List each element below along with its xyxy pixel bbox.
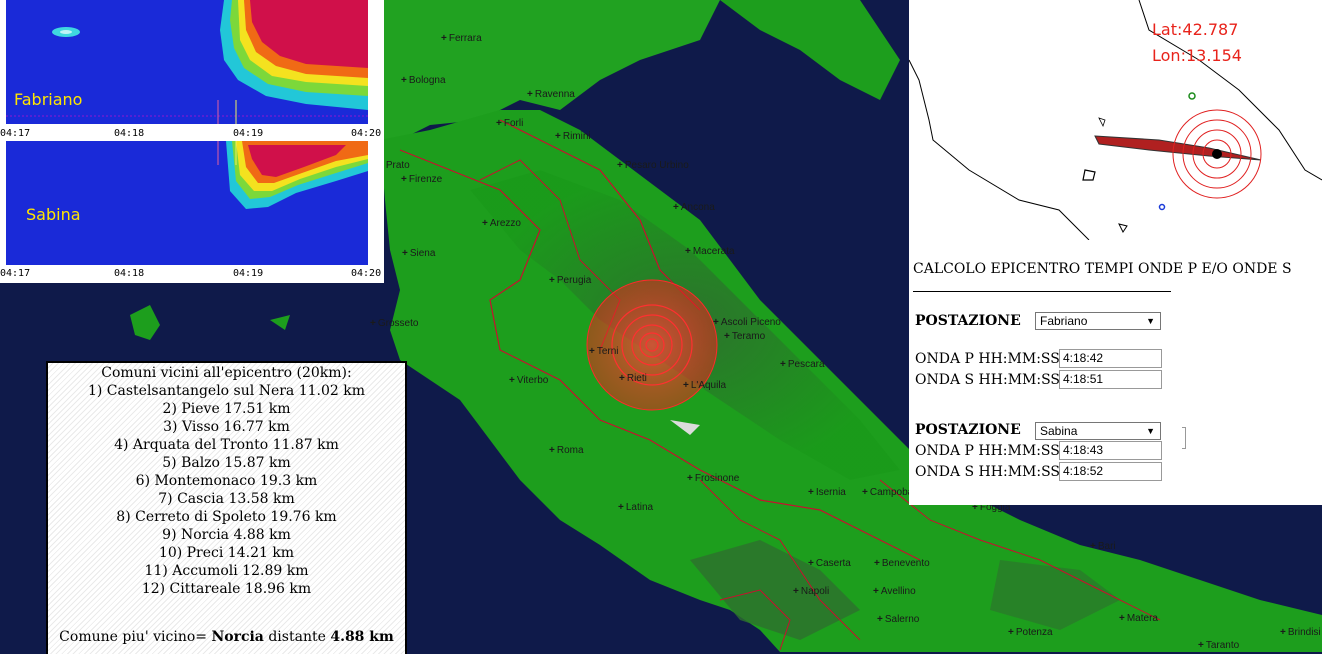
list-item: 7) Cascia 13.58 km — [158, 491, 295, 507]
s-wave-input-1[interactable]: 4:18:51 — [1059, 370, 1162, 389]
s-wave-label: ONDA S HH:MM:SS — [915, 464, 1061, 480]
city-label: + Pesaro Urbino — [617, 160, 689, 171]
list-item: 5) Balzo 15.87 km — [162, 455, 291, 471]
city-label: + Terni — [589, 346, 619, 357]
tick-label: 04:19 — [233, 268, 264, 279]
p-wave-label: ONDA P HH:MM:SS — [915, 351, 1060, 367]
list-item: 4) Arquata del Tronto 11.87 km — [114, 437, 339, 453]
station-select-2[interactable]: Sabina ▼ — [1035, 422, 1161, 440]
chevron-down-icon: ▼ — [1146, 316, 1155, 326]
p-wave-label: ONDA P HH:MM:SS — [915, 443, 1060, 459]
city-label: + Viterbo — [509, 375, 549, 386]
list-item: 2) Pieve 17.51 km — [162, 401, 291, 417]
time-axis: 04:17 04:18 04:19 04:20 — [0, 128, 384, 140]
tick-label: 04:18 — [114, 128, 145, 139]
tick-label: 04:17 — [0, 128, 31, 139]
city-label: + Benevento — [874, 558, 930, 569]
station-label: POSTAZIONE — [915, 422, 1021, 438]
list-item: 10) Preci 14.21 km — [158, 545, 295, 561]
list-item: 1) Castelsantangelo sul Nera 11.02 km — [87, 383, 366, 399]
city-label: + Frosinone — [687, 473, 740, 484]
closest-town-distance: 4.88 km — [330, 629, 394, 645]
city-label: + Siena — [402, 248, 436, 259]
city-label: + Grosseto — [370, 318, 419, 329]
city-label: + Ravenna — [527, 89, 575, 100]
city-label: + Bari — [1090, 541, 1116, 552]
station-label: POSTAZIONE — [915, 313, 1021, 329]
city-label: + Brindisi — [1280, 627, 1321, 638]
tick-label: 04:19 — [233, 128, 264, 139]
spectrogram-sabina: Sabina — [6, 141, 368, 265]
station-name-sabina: Sabina — [26, 205, 81, 224]
city-label: + Arezzo — [482, 218, 521, 229]
tick-label: 04:18 — [114, 268, 145, 279]
station-select-1[interactable]: Fabriano ▼ — [1035, 312, 1161, 330]
city-label: + Rimini — [555, 131, 591, 142]
list-item: 6) Montemonaco 19.3 km — [135, 473, 318, 489]
tick-label: 04:20 — [351, 268, 382, 279]
city-label: + Ascoli Piceno — [713, 317, 781, 328]
city-label: + Ferrara — [441, 33, 482, 44]
spectrogram-fabriano: Fabriano — [6, 0, 368, 124]
city-label: + Perugia — [549, 275, 592, 286]
station-name-fabriano: Fabriano — [14, 90, 83, 109]
closest-town-name: Norcia — [211, 629, 264, 645]
city-label: + Latina — [618, 502, 654, 513]
s-wave-input-2[interactable]: 4:18:52 — [1059, 462, 1162, 481]
city-label: + Avellino — [873, 586, 916, 597]
city-label: + L'Aquila — [683, 380, 727, 391]
tick-label: 04:17 — [0, 268, 31, 279]
city-label: + Taranto — [1198, 640, 1240, 651]
city-label: + Isernia — [808, 487, 846, 498]
epicenter-form: CALCOLO EPICENTRO TEMPI ONDE P E/O ONDE … — [909, 240, 1322, 505]
city-label: + Salerno — [877, 614, 920, 625]
form-title: CALCOLO EPICENTRO TEMPI ONDE P E/O ONDE … — [913, 261, 1292, 277]
small-control[interactable] — [1182, 427, 1186, 449]
city-label: + Roma — [549, 445, 584, 456]
chevron-down-icon: ▼ — [1146, 426, 1155, 436]
city-label: + Forli — [496, 118, 524, 129]
p-wave-input-1[interactable]: 4:18:42 — [1059, 349, 1162, 368]
minimap-outline — [908, 0, 1322, 241]
nearby-towns-panel: Comuni vicini all'epicentro (20km): 1) C… — [46, 361, 407, 654]
time-axis: 04:17 04:18 04:19 04:20 — [0, 268, 384, 280]
city-label: + Ancona — [673, 202, 715, 213]
city-label: + Firenze — [401, 174, 443, 185]
p-wave-input-2[interactable]: 4:18:43 — [1059, 441, 1162, 460]
city-label: + Matera — [1119, 613, 1158, 624]
city-label: + Pescara — [780, 359, 825, 370]
list-item: 9) Norcia 4.88 km — [162, 527, 291, 543]
latitude-readout: Lat:42.787 — [1152, 20, 1239, 39]
tick-label: 04:20 — [351, 128, 382, 139]
city-label: + Napoli — [793, 586, 830, 597]
closest-town: Comune piu' vicino= Norcia distante 4.88… — [59, 629, 394, 645]
city-label: + Rieti — [619, 373, 647, 384]
list-item: 3) Visso 16.77 km — [163, 419, 290, 435]
s-wave-label: ONDA S HH:MM:SS — [915, 372, 1061, 388]
city-label: + Bologna — [401, 75, 446, 86]
city-label: + Caserta — [808, 558, 851, 569]
city-label: + Teramo — [724, 331, 766, 342]
title-divider — [913, 291, 1171, 292]
longitude-readout: Lon:13.154 — [1152, 46, 1242, 65]
epicenter-minimap: Lat:42.787 Lon:13.154 — [908, 0, 1322, 241]
city-label: + Macerata — [685, 246, 735, 257]
city-label: + Potenza — [1008, 627, 1053, 638]
list-item: 12) Cittareale 18.96 km — [141, 581, 312, 597]
spectrogram-panel: Fabriano 04:17 04:18 04:19 04:20 Sabina … — [0, 0, 384, 283]
list-item: 8) Cerreto di Spoleto 19.76 km — [116, 509, 337, 525]
list-item: 11) Accumoli 12.89 km — [144, 563, 309, 579]
panel-title: Comuni vicini all'epicentro (20km): — [101, 365, 352, 381]
